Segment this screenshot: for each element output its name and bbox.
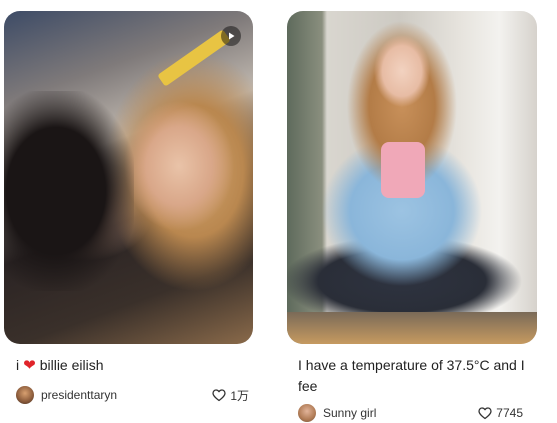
note-meta: Sunny girl 7745 <box>298 403 523 423</box>
cover-floor <box>287 312 537 344</box>
author-link[interactable]: Sunny girl <box>298 404 376 422</box>
author-name[interactable]: presidenttaryn <box>41 388 117 402</box>
note-cover-image[interactable] <box>287 11 537 344</box>
note-meta: presidenttaryn 1万 <box>16 385 249 405</box>
cover-shadow <box>4 91 134 291</box>
avatar[interactable] <box>298 404 316 422</box>
author-link[interactable]: presidenttaryn <box>16 386 117 404</box>
cover-object <box>157 29 231 87</box>
like-count: 7745 <box>496 406 523 420</box>
note-title[interactable]: I have a temperature of 37.5°C and I fee <box>298 355 530 397</box>
avatar[interactable] <box>16 386 34 404</box>
heart-outline-icon[interactable] <box>211 387 227 403</box>
title-text-suffix: billie eilish <box>39 357 104 373</box>
red-heart-emoji: ❤ <box>23 357 36 374</box>
like-count: 1万 <box>230 388 249 403</box>
play-icon <box>229 32 235 40</box>
note-cover-image[interactable] <box>4 11 253 344</box>
like-button[interactable]: 1万 <box>211 387 249 404</box>
like-button[interactable]: 7745 <box>477 405 523 421</box>
note-title[interactable]: i ❤ billie eilish <box>16 355 254 376</box>
heart-outline-icon[interactable] <box>477 405 493 421</box>
video-badge <box>221 26 241 46</box>
title-text-prefix: i <box>16 357 20 373</box>
author-name[interactable]: Sunny girl <box>323 406 376 420</box>
cover-phone <box>381 142 425 198</box>
